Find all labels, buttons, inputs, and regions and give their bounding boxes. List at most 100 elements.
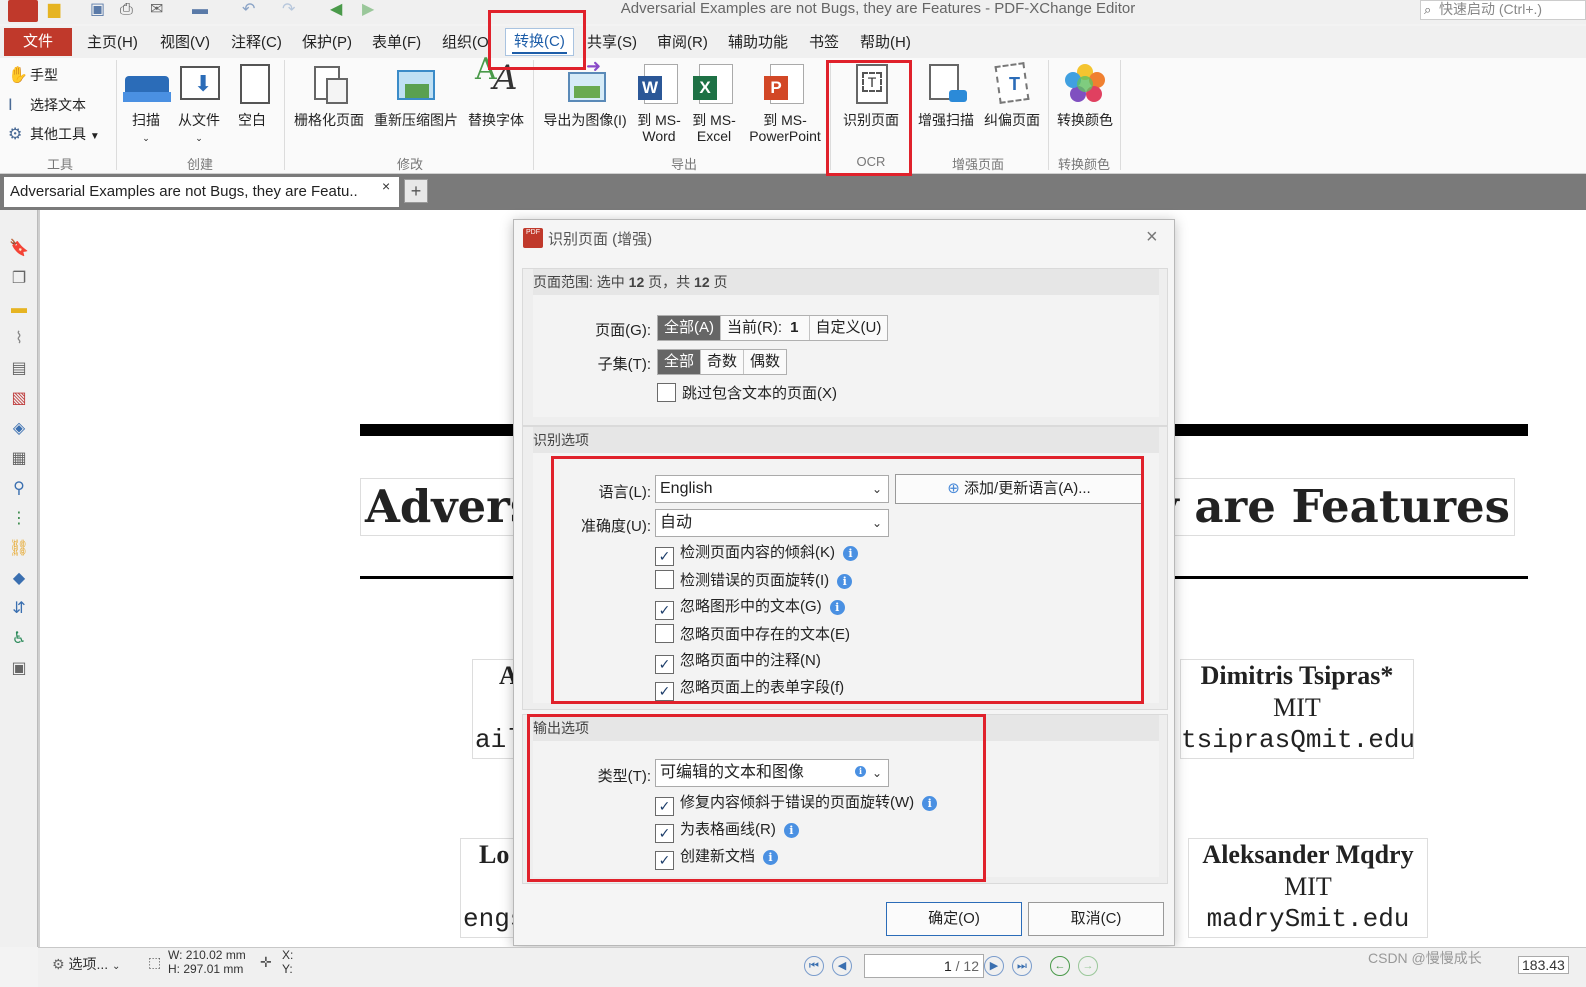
- info-icon[interactable]: i: [829, 600, 845, 615]
- prev-page-icon[interactable]: ◀: [832, 956, 852, 976]
- accuracy-select[interactable]: 自动 ⌄: [655, 509, 889, 537]
- recognize-page-button[interactable]: T 识别页面: [836, 62, 906, 128]
- info-icon[interactable]: i: [783, 823, 799, 838]
- bookmark-icon[interactable]: 🔖: [8, 238, 30, 260]
- attachment-icon[interactable]: ⌇: [8, 328, 30, 350]
- option-checkbox[interactable]: ✓ 忽略页面上的表单字段(f): [655, 678, 844, 701]
- checkbox-box[interactable]: ✓: [655, 824, 674, 843]
- pages-current-option[interactable]: 当前(R): 1: [721, 316, 810, 340]
- to-ms-excel-button[interactable]: X 到 MS- Excel: [688, 62, 740, 144]
- option-checkbox[interactable]: ✓ 创建新文档 i: [655, 847, 779, 870]
- subset-even-option[interactable]: 偶数: [744, 350, 786, 374]
- info-icon[interactable]: i: [837, 574, 853, 589]
- checkbox-box[interactable]: [655, 624, 674, 643]
- option-checkbox[interactable]: ✓ 为表格画线(R) i: [655, 820, 799, 843]
- last-page-icon[interactable]: ⏭: [1012, 956, 1032, 976]
- pages-custom-option[interactable]: 自定义(U): [810, 316, 888, 340]
- comments-icon[interactable]: ▬: [8, 298, 30, 320]
- pages-all-option[interactable]: 全部(A): [658, 316, 721, 340]
- forward-view-icon[interactable]: →: [1078, 956, 1098, 976]
- zoom-level-input[interactable]: 183.43: [1518, 956, 1569, 974]
- ok-button[interactable]: 确定(O): [886, 902, 1022, 936]
- add-update-language-button[interactable]: ⊕ 添加/更新语言(A)...: [895, 474, 1143, 504]
- current-page-value[interactable]: 1: [786, 319, 802, 336]
- order-icon[interactable]: ⇵: [8, 598, 30, 620]
- next-page-icon[interactable]: ▶: [984, 956, 1004, 976]
- convert-colors-button[interactable]: 转换颜色: [1054, 62, 1116, 128]
- menu-share[interactable]: 共享(S): [587, 28, 637, 56]
- recompress-images-button[interactable]: 重新压缩图片: [370, 62, 462, 128]
- info-page-icon[interactable]: ▣: [8, 658, 30, 680]
- blank-page-button[interactable]: 空白: [232, 62, 272, 128]
- checkbox-box[interactable]: ✓: [655, 547, 674, 566]
- subset-all-option[interactable]: 全部: [658, 350, 702, 374]
- menu-help[interactable]: 帮助(H): [860, 28, 911, 56]
- pages-icon[interactable]: ❐: [8, 268, 30, 290]
- output-type-select[interactable]: 可编辑的文本和图像 i ⌄: [655, 759, 889, 787]
- info-icon[interactable]: i: [922, 796, 938, 811]
- properties-icon[interactable]: ▤: [8, 358, 30, 380]
- language-select[interactable]: English ⌄: [655, 475, 889, 503]
- info-icon[interactable]: i: [855, 766, 866, 777]
- menu-form[interactable]: 表单(F): [372, 28, 421, 56]
- option-checkbox[interactable]: ✓ 检测页面内容的倾斜(K) i: [655, 543, 858, 566]
- checkbox-box[interactable]: ✓: [655, 682, 674, 701]
- option-checkbox[interactable]: ✓ 忽略页面中的注释(N): [655, 651, 821, 674]
- to-ms-word-button[interactable]: W 到 MS- Word: [634, 62, 684, 144]
- subset-odd-option[interactable]: 奇数: [701, 350, 745, 374]
- close-icon[interactable]: ×: [1146, 226, 1158, 249]
- export-to-image-label: 导出为图像(I): [543, 112, 627, 128]
- menu-home[interactable]: 主页(H): [87, 28, 138, 56]
- checkbox-box[interactable]: ✓: [655, 797, 674, 816]
- tree-icon[interactable]: ⋮: [8, 508, 30, 530]
- document-tab[interactable]: Adversarial Examples are not Bugs, they …: [4, 177, 399, 207]
- menu-protect[interactable]: 保护(P): [302, 28, 352, 56]
- menu-bookmarks[interactable]: 书签: [809, 28, 839, 56]
- cancel-button[interactable]: 取消(C): [1028, 902, 1164, 936]
- info-icon[interactable]: i: [843, 546, 858, 561]
- export-to-image-button[interactable]: ➜ 导出为图像(I): [538, 57, 632, 128]
- close-tab-icon[interactable]: ×: [382, 178, 390, 194]
- checkbox-box[interactable]: [655, 570, 674, 589]
- file-menu-button[interactable]: 文件: [4, 28, 72, 56]
- rasterize-page-button[interactable]: 栅格化页面: [290, 62, 368, 128]
- menu-accessibility[interactable]: 辅助功能: [728, 28, 788, 56]
- enhance-scan-button[interactable]: 增强扫描: [914, 62, 978, 128]
- content-icon[interactable]: ▦: [8, 448, 30, 470]
- scan-button[interactable]: 扫描 ⌄: [122, 62, 171, 146]
- quick-launch-input[interactable]: ⌕ 快速启动 (Ctrl+.): [1420, 0, 1586, 20]
- accessibility-icon[interactable]: ♿: [8, 628, 30, 650]
- menu-view[interactable]: 视图(V): [160, 28, 210, 56]
- deskew-page-button[interactable]: T 纠偏页面: [980, 62, 1044, 128]
- signatures-icon[interactable]: ▧: [8, 388, 30, 410]
- skip-text-pages-checkbox[interactable]: 跳过包含文本的页面(X): [657, 383, 837, 404]
- options-menu[interactable]: ⚙ 选项... ⌄: [52, 954, 120, 974]
- menu-review[interactable]: 审阅(R): [657, 28, 708, 56]
- checkbox-box[interactable]: ✓: [655, 655, 674, 674]
- other-tools-dropdown[interactable]: ⚙ 其他工具 ▼: [8, 121, 100, 147]
- layers-icon[interactable]: ◈: [8, 418, 30, 440]
- links-icon[interactable]: ⛓: [8, 538, 30, 560]
- destinations-icon[interactable]: ⚲: [8, 478, 30, 500]
- checkbox-box[interactable]: [657, 383, 676, 402]
- menu-comment[interactable]: 注释(C): [231, 28, 282, 56]
- from-file-button[interactable]: ⬇ 从文件 ⌄: [175, 62, 223, 146]
- select-text-tool[interactable]: Ⅰ 选择文本: [8, 92, 86, 118]
- hand-tool[interactable]: ✋ 手型: [8, 62, 58, 88]
- page-number-input[interactable]: 1 / 12: [864, 954, 984, 978]
- replace-fonts-button[interactable]: AA 替换字体: [466, 55, 526, 129]
- page-width: W: 210.02 mm: [168, 948, 246, 962]
- back-view-icon[interactable]: ←: [1050, 956, 1070, 976]
- option-checkbox[interactable]: ✓ 忽略图形中的文本(G) i: [655, 597, 845, 620]
- new-tab-button[interactable]: +: [404, 179, 428, 203]
- first-page-icon[interactable]: ⏮: [804, 956, 824, 976]
- info-icon[interactable]: i: [763, 850, 779, 865]
- menu-convert[interactable]: 转换(C): [505, 28, 574, 56]
- option-checkbox[interactable]: 检测错误的页面旋转(I) i: [655, 570, 853, 591]
- checkbox-box[interactable]: ✓: [655, 601, 674, 620]
- to-ms-powerpoint-button[interactable]: P 到 MS- PowerPoint: [742, 62, 828, 144]
- checkbox-box[interactable]: ✓: [655, 851, 674, 870]
- option-checkbox[interactable]: 忽略页面中存在的文本(E): [655, 624, 850, 645]
- tags-icon[interactable]: ◆: [8, 568, 30, 590]
- option-checkbox[interactable]: ✓ 修复内容倾斜于错误的页面旋转(W) i: [655, 793, 938, 816]
